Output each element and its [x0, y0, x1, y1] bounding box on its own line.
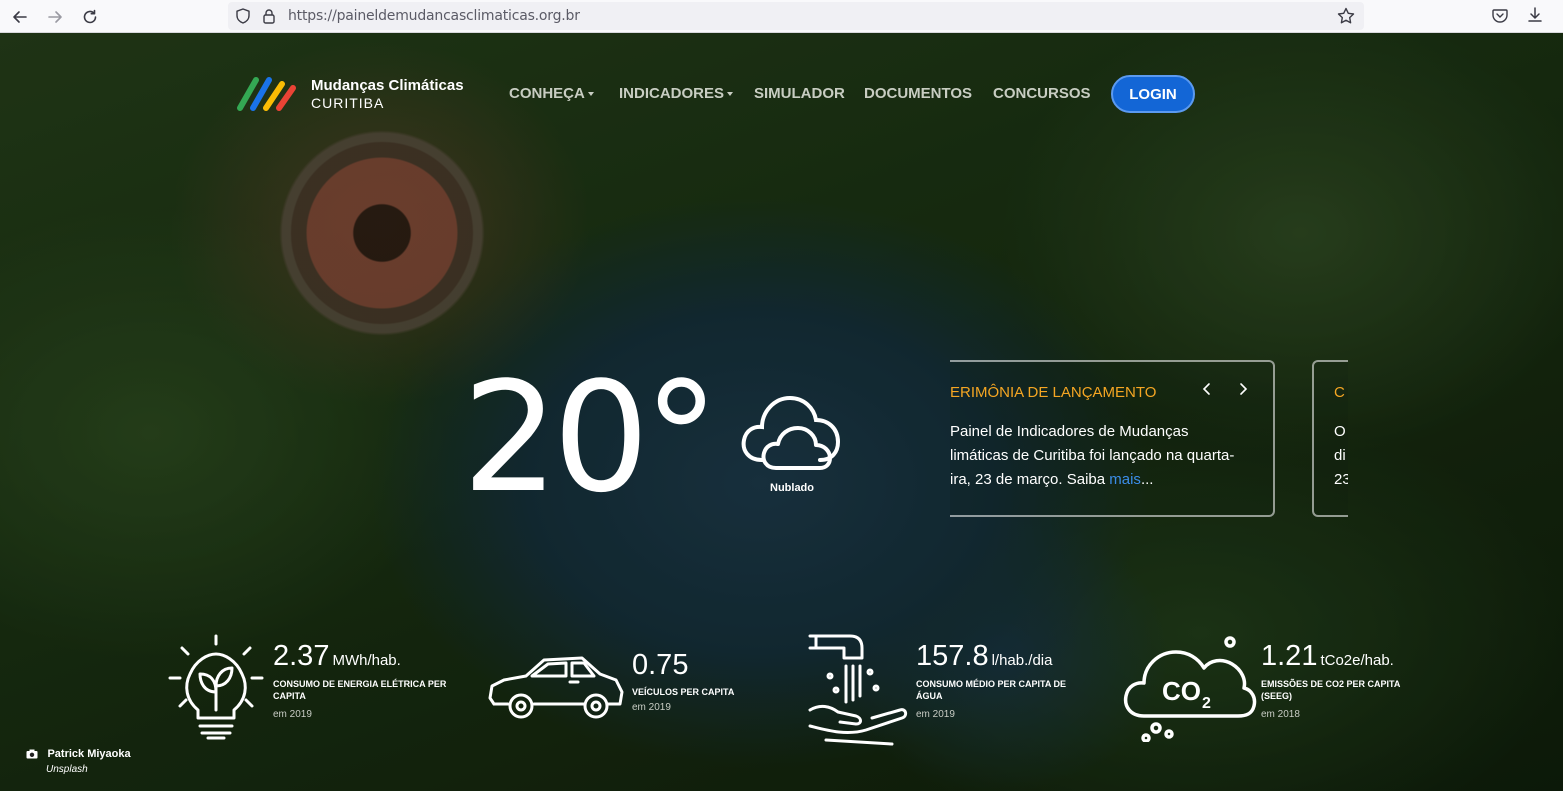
read-more-link[interactable]: mais [1109, 471, 1141, 488]
indicator-label: EMISSÕES DE CO2 PER CAPITA (SEEG) [1261, 679, 1401, 701]
forward-arrow-icon[interactable] [43, 5, 67, 29]
news-card[interactable]: C O di 23 [1312, 360, 1348, 517]
indicator-year: em 2018 [1261, 709, 1300, 720]
nav-item-indicadores[interactable]: INDICADORES [619, 85, 734, 102]
indicator-number: 157.8 [916, 640, 989, 672]
news-card[interactable]: ERIMÔNIA DE LANÇAMENTO Painel de Indicad… [950, 360, 1275, 517]
indicator-label: CONSUMO MÉDIO PER CAPITA DE ÁGUA [916, 679, 1067, 701]
reload-icon[interactable] [78, 5, 102, 29]
news-title: ERIMÔNIA DE LANÇAMENTO [950, 384, 1157, 401]
nav-item-concursos[interactable]: CONCURSOS [993, 85, 1091, 102]
logo-title[interactable]: Mudanças Climáticas [311, 77, 464, 94]
co2-text: CO [1162, 676, 1201, 706]
indicator-number: 2.37 [273, 640, 330, 672]
news-text: O di 23 [1334, 420, 1348, 492]
cloud-icon [741, 395, 841, 470]
chevron-left-icon[interactable] [1200, 380, 1214, 398]
co2-cloud-icon: CO 2 [1123, 636, 1257, 742]
car-icon [488, 656, 624, 719]
news-carousel[interactable]: ERIMÔNIA DE LANÇAMENTO Painel de Indicad… [950, 360, 1348, 518]
shield-icon[interactable] [234, 7, 252, 25]
indicator-value: 2.37 MWh/hab. [273, 640, 401, 673]
nav-item-simulador[interactable]: SIMULADOR [754, 85, 845, 102]
url-text[interactable]: https://paineldemudancasclimaticas.org.b… [288, 8, 580, 24]
indicator-unit: MWh/hab. [332, 652, 401, 669]
nav-label: SIMULADOR [754, 85, 845, 102]
browser-toolbar: https://paineldemudancasclimaticas.org.b… [0, 0, 1563, 33]
photo-credit[interactable]: Patrick Miyaoka Unsplash [26, 745, 131, 775]
co2-subscript: 2 [1202, 695, 1211, 712]
nav-label: CONHEÇA [509, 85, 585, 102]
indicator-year: em 2019 [916, 709, 955, 720]
url-bar[interactable]: https://paineldemudancasclimaticas.org.b… [228, 2, 1364, 30]
indicator-value: 1.21 tCo2e/hab. [1261, 640, 1394, 673]
lock-icon[interactable] [260, 7, 278, 25]
nav-item-documentos[interactable]: DOCUMENTOS [864, 85, 972, 102]
star-icon[interactable] [1336, 6, 1356, 26]
nav-label: CONCURSOS [993, 85, 1091, 102]
indicator-number: 0.75 [632, 649, 689, 681]
indicator-year: em 2019 [632, 702, 671, 713]
download-icon[interactable] [1526, 6, 1544, 24]
news-ellipsis: ... [1140, 471, 1154, 488]
indicator-unit: tCo2e/hab. [1320, 652, 1394, 669]
caret-down-icon [587, 92, 594, 97]
lightbulb-plant-icon [168, 634, 264, 740]
photo-source[interactable]: Unsplash [46, 764, 88, 775]
indicator-year: em 2019 [273, 709, 312, 720]
indicator-value: 0.75 [632, 649, 691, 682]
news-body: Painel de Indicadores de Mudanças limáti… [950, 423, 1235, 488]
login-button[interactable]: LOGIN [1111, 75, 1195, 113]
chevron-right-icon[interactable] [1236, 380, 1250, 398]
news-line: O [1334, 423, 1346, 440]
photographer-name[interactable]: Patrick Miyaoka [47, 748, 130, 760]
weather-condition: Nublado [770, 482, 814, 494]
news-text: Painel de Indicadores de Mudanças limáti… [950, 420, 1250, 492]
indicator-number: 1.21 [1261, 640, 1318, 672]
indicator-label: CONSUMO DE ENERGIA ELÉTRICA PER CAPITA [273, 679, 447, 701]
back-arrow-icon[interactable] [8, 5, 32, 29]
indicator-value: 157.8 l/hab./dia [916, 640, 1052, 673]
caret-down-icon [727, 92, 734, 97]
nav-label: INDICADORES [619, 85, 725, 102]
pocket-icon[interactable] [1491, 7, 1509, 25]
nav-label: DOCUMENTOS [864, 85, 973, 102]
water-tap-hand-icon [808, 634, 908, 746]
camera-icon [26, 749, 38, 759]
temperature-value: 20° [462, 349, 719, 526]
logo-subtitle[interactable]: CURITIBA [311, 95, 384, 111]
logo-icon[interactable] [236, 74, 298, 112]
background-pavilion [272, 123, 492, 343]
news-line: di [1334, 447, 1346, 464]
indicator-unit: l/hab./dia [991, 652, 1053, 669]
news-line: 23 [1334, 471, 1348, 488]
news-title: C [1334, 384, 1345, 401]
nav-item-conheca[interactable]: CONHEÇA [509, 85, 594, 102]
indicator-label: VEÍCULOS PER CAPITA [632, 687, 735, 697]
